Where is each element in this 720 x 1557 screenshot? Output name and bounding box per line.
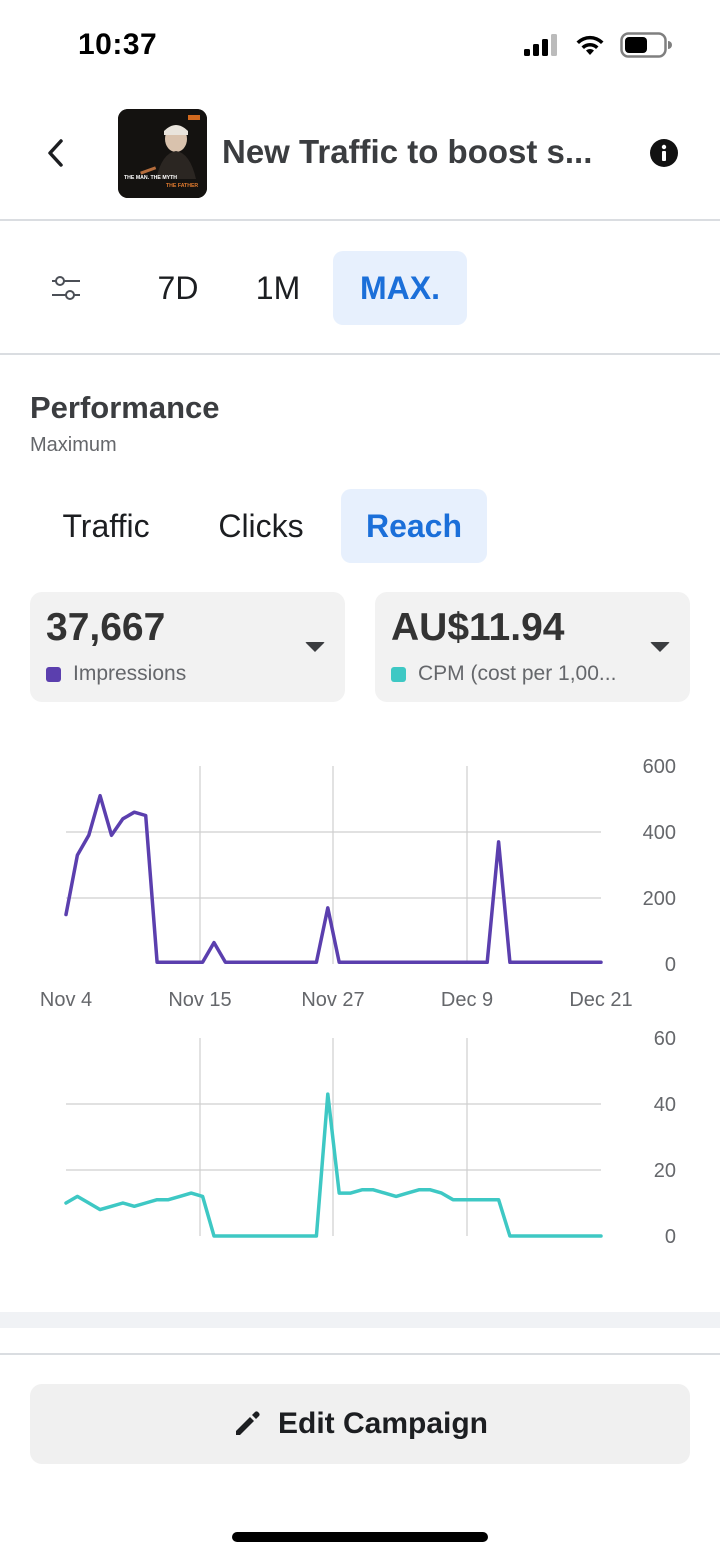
stat-label: CPM (cost per 1,00... (418, 662, 617, 685)
impressions-chart: 600 400 200 0 Nov 4 Nov 15 Nov 27 Dec 9 Dec 21 (0, 740, 720, 1020)
stat-label: Impressions (73, 662, 187, 685)
stat-value: AU$11.94 (391, 606, 565, 649)
date-range-bar: 7D 1M MAX. (0, 221, 720, 355)
metric-tab-traffic[interactable]: Traffic (44, 489, 168, 563)
y-tick-label: 400 (643, 822, 676, 844)
cpm-chart: 60 40 20 0 (0, 1020, 720, 1260)
y-tick-label: 20 (654, 1160, 676, 1182)
legend-swatch (46, 666, 61, 682)
home-indicator (232, 1532, 488, 1542)
stat-value: 37,667 (46, 606, 166, 649)
metric-tab-clicks[interactable]: Clicks (200, 489, 322, 563)
footer-divider (0, 1353, 720, 1355)
status-icons (524, 32, 672, 58)
sliders-icon (52, 276, 80, 300)
wifi-icon (576, 35, 604, 55)
range-tab-7d[interactable]: 7D (140, 251, 216, 325)
range-tab-1m[interactable]: 1M (240, 251, 316, 325)
status-time: 10:37 (78, 28, 158, 61)
thumbnail-text-1: THE MAN. THE MYTH (124, 175, 177, 181)
y-tick-label: 200 (643, 888, 676, 910)
metric-tab-reach[interactable]: Reach (341, 489, 487, 563)
info-button[interactable] (650, 139, 678, 167)
x-tick-label: Nov 15 (168, 989, 231, 1011)
legend-swatch (391, 666, 406, 682)
edit-campaign-button[interactable]: Edit Campaign (30, 1384, 690, 1464)
stat-card-impressions[interactable]: 37,667 Impressions (30, 592, 345, 702)
y-tick-label: 40 (654, 1094, 676, 1116)
stat-card-cpm[interactable]: AU$11.94 CPM (cost per 1,00... (375, 592, 690, 702)
dropdown-caret-icon (650, 642, 670, 652)
section-divider (0, 1312, 720, 1328)
header: THE MAN. THE MYTH THE FATHER New Traffic… (0, 95, 720, 221)
y-tick-label: 600 (643, 756, 676, 778)
campaign-thumbnail: THE MAN. THE MYTH THE FATHER (118, 109, 207, 198)
chevron-left-icon (48, 139, 63, 167)
y-tick-label: 60 (654, 1028, 676, 1050)
filter-button[interactable] (44, 271, 88, 305)
battery-icon (620, 32, 672, 58)
thumbnail-text-2: THE FATHER (166, 183, 198, 189)
info-icon (661, 144, 667, 161)
y-tick-label: 0 (665, 1226, 676, 1248)
x-tick-label: Dec 21 (569, 989, 632, 1011)
back-button[interactable] (36, 133, 76, 173)
x-tick-label: Nov 4 (40, 989, 92, 1011)
signal-icon (524, 34, 557, 56)
campaign-title: New Traffic to boost s... (222, 133, 593, 170)
status-bar: 10:37 (0, 0, 720, 95)
x-tick-label: Dec 9 (441, 989, 493, 1011)
pencil-icon (235, 1411, 260, 1435)
performance-subtitle: Maximum (30, 434, 117, 456)
y-tick-label: 0 (665, 954, 676, 976)
dropdown-caret-icon (305, 642, 325, 652)
range-tab-max[interactable]: MAX. (333, 251, 467, 325)
performance-title: Performance (30, 390, 220, 425)
x-tick-label: Nov 27 (301, 989, 364, 1011)
edit-campaign-label: Edit Campaign (277, 1407, 488, 1440)
